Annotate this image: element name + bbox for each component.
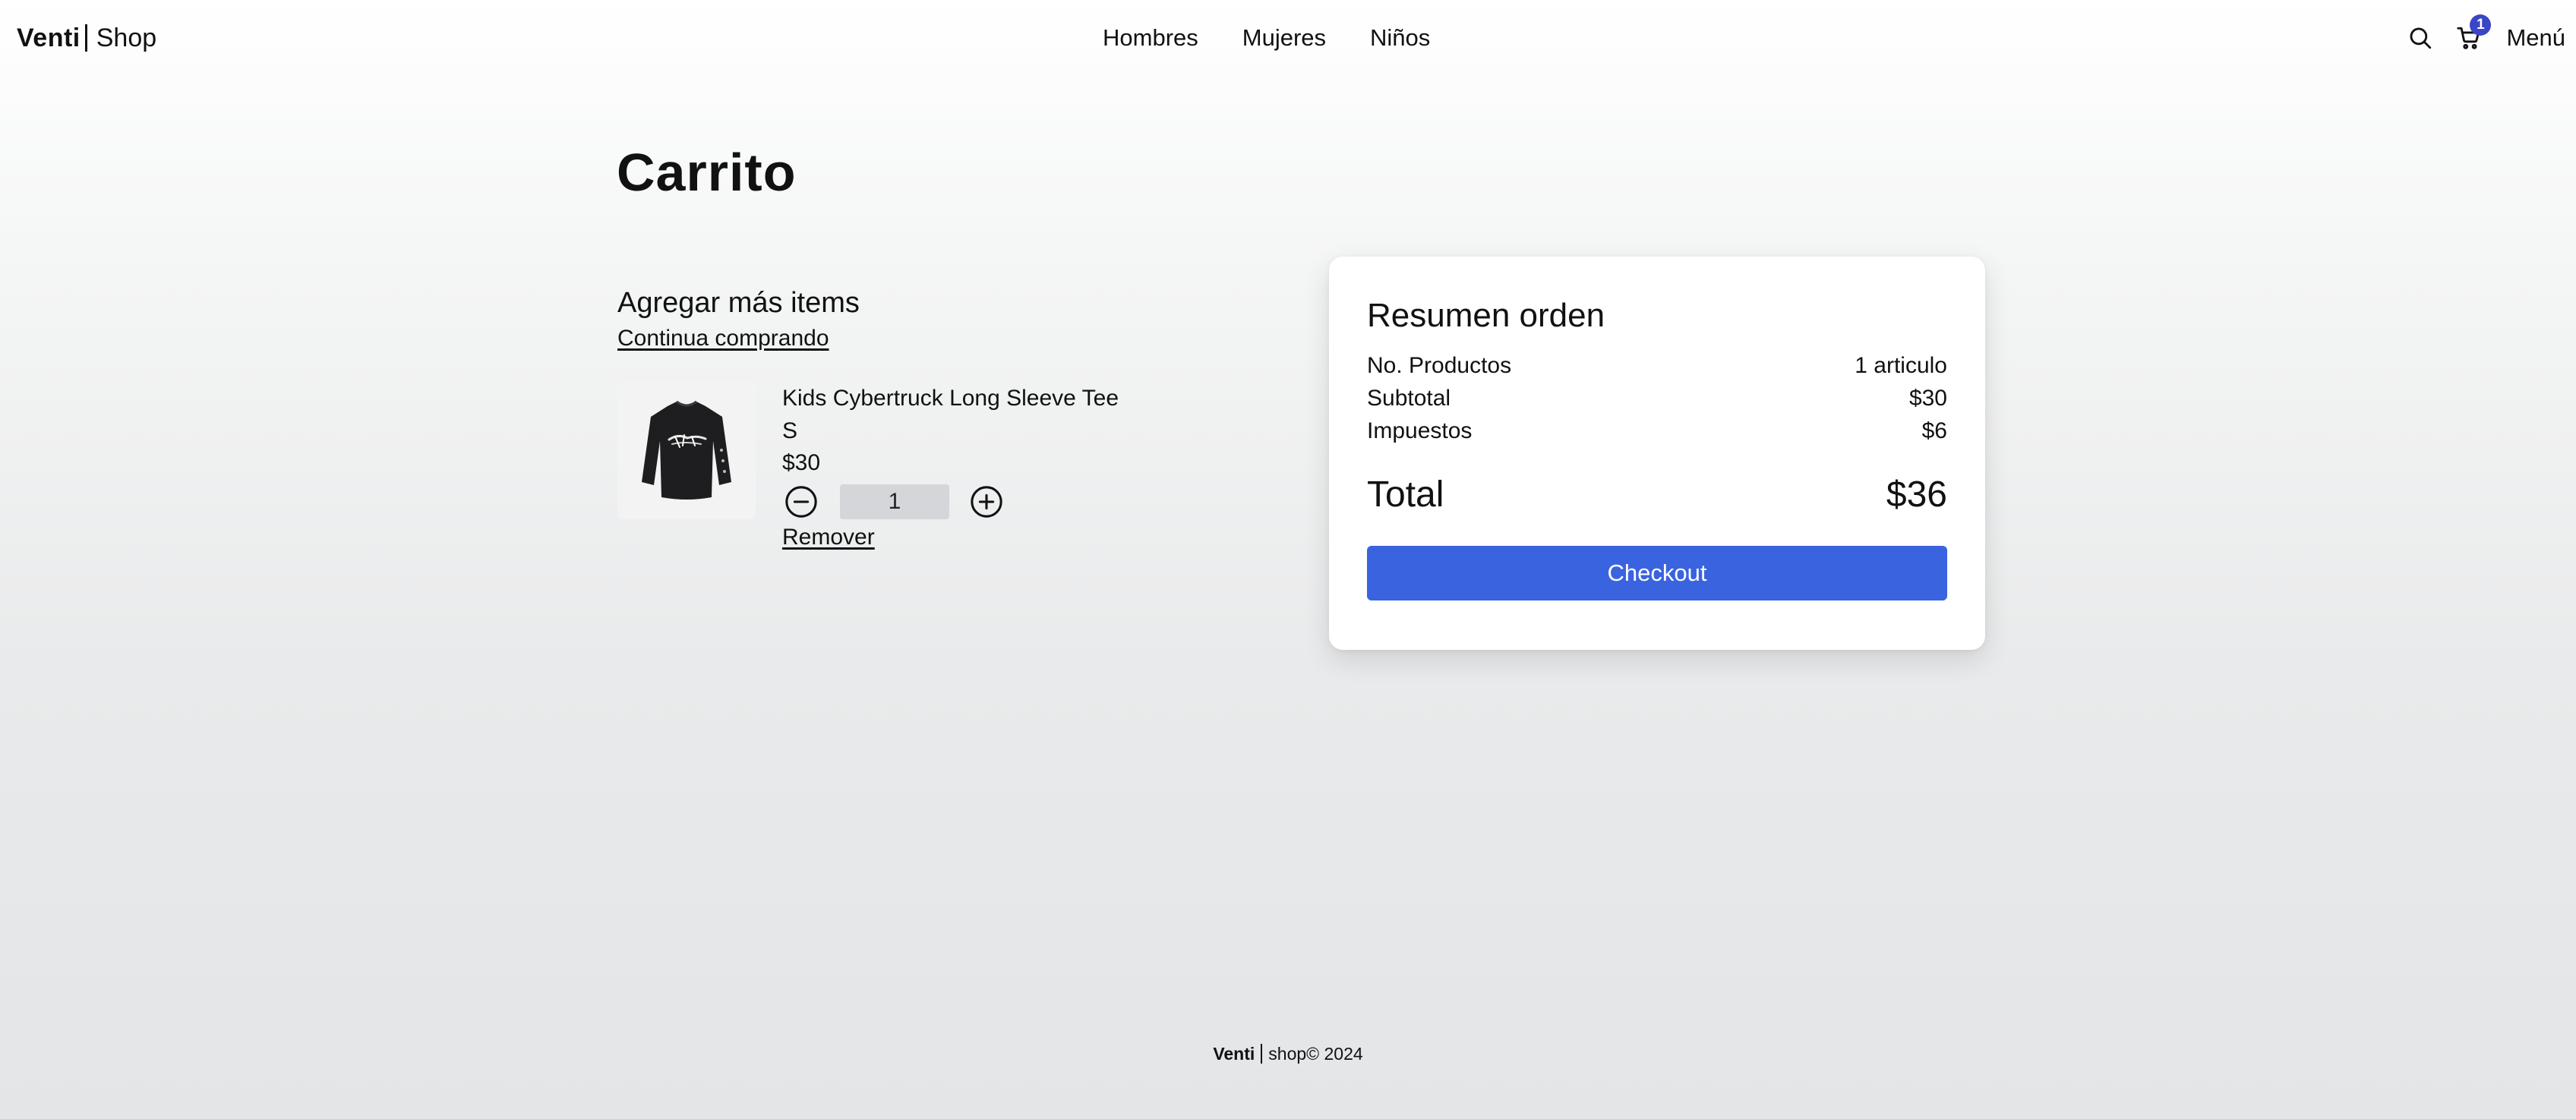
site-footer: Venti shop© 2024	[0, 1040, 2576, 1067]
product-image[interactable]	[617, 381, 756, 519]
subtotal-value: $30	[1908, 386, 1947, 411]
product-name[interactable]: Kids Cybertruck Long Sleeve Tee	[782, 383, 1119, 414]
decrease-quantity-button[interactable]	[782, 483, 820, 521]
header-actions: 1 Menú	[2401, 14, 2565, 58]
brand-logo[interactable]: Venti Shop	[17, 21, 156, 55]
brand-name: Venti	[17, 24, 80, 52]
add-more-heading: Agregar más items	[617, 287, 860, 319]
search-icon	[2410, 27, 2432, 49]
brand-shop: Shop	[96, 24, 157, 52]
brand-divider	[84, 24, 87, 52]
order-summary-card: Resumen orden No. Productos 1 articulo S…	[1329, 257, 1985, 650]
summary-row-subtotal: Subtotal $30	[1367, 383, 1947, 414]
summary-title: Resumen orden	[1367, 297, 1605, 334]
footer-brand: Venti	[1213, 1044, 1255, 1064]
nav-link-ninos[interactable]: Niños	[1370, 21, 1430, 55]
minus-circle-icon	[785, 486, 817, 518]
nav-link-hombres[interactable]: Hombres	[1103, 21, 1198, 55]
search-button[interactable]	[2401, 19, 2439, 57]
long-sleeve-tee-image	[642, 400, 731, 500]
plus-circle-icon	[971, 486, 1002, 518]
product-size: S	[782, 418, 798, 443]
footer-divider	[1261, 1044, 1263, 1064]
total-value: $36	[1886, 474, 1947, 515]
summary-row-products: No. Productos 1 articulo	[1367, 351, 1947, 381]
site-header: Venti Shop Hombres Mujeres Niños 1 Menú	[0, 0, 2576, 76]
total-label: Total	[1367, 474, 1444, 515]
increase-quantity-button[interactable]	[968, 483, 1005, 521]
footer-copyright: shop© 2024	[1268, 1044, 1363, 1064]
taxes-value: $6	[1921, 418, 1947, 443]
page-title: Carrito	[617, 143, 797, 202]
main-nav: Hombres Mujeres Niños	[1103, 21, 1430, 55]
continue-shopping-link[interactable]: Continua comprando	[617, 324, 829, 353]
products-label: No. Productos	[1367, 353, 1512, 378]
menu-button[interactable]: Menú	[2506, 24, 2565, 52]
cart-button[interactable]: 1	[2450, 14, 2492, 57]
taxes-label: Impuestos	[1367, 418, 1473, 443]
nav-link-mujeres[interactable]: Mujeres	[1242, 21, 1326, 55]
quantity-stepper: 1	[782, 483, 1005, 521]
product-price: $30	[782, 450, 821, 475]
products-value: 1 articulo	[1855, 353, 1947, 378]
checkout-button[interactable]: Checkout	[1367, 546, 1947, 600]
quantity-field[interactable]: 1	[840, 484, 949, 519]
summary-total-row: Total $36	[1367, 472, 1947, 518]
cart-count-badge: 1	[2470, 14, 2492, 36]
summary-row-taxes: Impuestos $6	[1367, 416, 1947, 446]
subtotal-label: Subtotal	[1367, 386, 1451, 411]
remove-item-link[interactable]: Remover	[782, 523, 875, 552]
